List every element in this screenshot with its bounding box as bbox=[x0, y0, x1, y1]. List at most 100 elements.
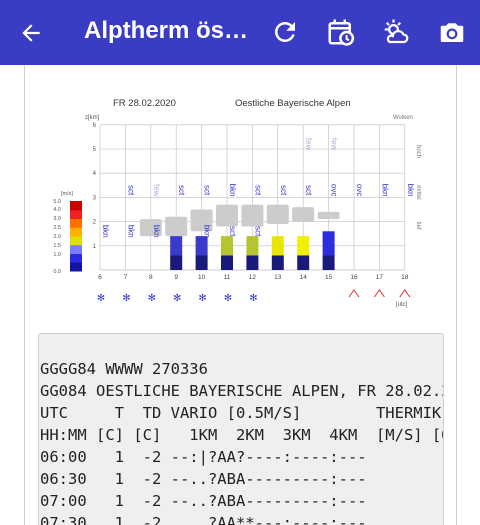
y-tick-label: 5 bbox=[93, 147, 97, 153]
cloud-layer-label: tief bbox=[415, 222, 421, 230]
thermal-bar-base bbox=[322, 255, 335, 270]
back-arrow-icon[interactable] bbox=[18, 20, 44, 46]
thermal-bar bbox=[221, 236, 233, 256]
colorbar-segment bbox=[70, 209, 82, 219]
cloud-layer-label: mittel bbox=[415, 185, 421, 199]
colorbar-tick-label: 2.5 bbox=[53, 225, 61, 231]
x-tick-label: 14 bbox=[300, 274, 308, 281]
x-tick-label: 8 bbox=[149, 274, 153, 281]
colorbar-segment bbox=[70, 262, 82, 272]
cloud-low-label: bkn bbox=[203, 225, 212, 238]
cloud-mid-label: sct bbox=[203, 185, 212, 196]
colorbar-segment bbox=[70, 236, 82, 246]
forecast-line: 07:00 1 -2 --..?ABA---------:--- bbox=[40, 492, 367, 510]
x-axis-label: [utc] bbox=[396, 302, 408, 308]
snow-shower-icon: ✻ bbox=[249, 293, 257, 304]
cloud-low-label: sct bbox=[253, 226, 262, 237]
thermal-bar-base bbox=[271, 255, 284, 270]
forecast-line: 06:00 1 -2 --:|?AA?----:----:--- bbox=[40, 448, 367, 466]
refresh-icon[interactable] bbox=[270, 17, 300, 47]
thermal-bar bbox=[246, 236, 259, 256]
right-top-label: Wolken bbox=[393, 115, 413, 121]
colorbar-tick-label: 1.0 bbox=[53, 252, 61, 258]
colorbar-segment bbox=[70, 244, 82, 254]
x-tick-label: 16 bbox=[350, 274, 358, 281]
cloud-high-label: few bbox=[304, 138, 313, 151]
forecast-line: UTC T TD VARIO [0.5M/S] THERMIK CU bbox=[40, 404, 444, 422]
y-axis-label: z[km] bbox=[85, 115, 100, 121]
chart-header-region: Oestliche Bayerische Alpen bbox=[235, 98, 351, 109]
thermal-bar-base bbox=[170, 255, 183, 270]
thermal-bar bbox=[322, 231, 335, 256]
x-tick-label: 18 bbox=[401, 274, 409, 281]
x-tick-label: 6 bbox=[98, 274, 102, 281]
cloud-mid-label: sct bbox=[279, 185, 288, 196]
cloud-mid-label: bkn bbox=[406, 184, 415, 197]
chart-header-date: FR 28.02.2020 bbox=[113, 98, 176, 109]
cloud-mid-label: bkn bbox=[380, 184, 389, 197]
cloud-mid-label: ovc bbox=[330, 184, 339, 196]
snow-shower-icon: ✻ bbox=[198, 293, 206, 304]
cloud-block bbox=[317, 211, 340, 220]
snow-shower-icon: ✻ bbox=[148, 293, 156, 304]
cloud-block bbox=[165, 216, 188, 237]
forecast-line: GGGG84 WWWW 270336 bbox=[40, 360, 208, 378]
x-tick-label: 9 bbox=[174, 274, 178, 281]
thermal-bar bbox=[271, 236, 284, 256]
cloud-mid-label: few bbox=[152, 184, 161, 197]
x-tick-label: 15 bbox=[325, 274, 333, 281]
app-bar: Alptherm östl… bbox=[0, 0, 480, 65]
colorbar-unit: [m/s] bbox=[61, 191, 73, 197]
colorbar-segment bbox=[70, 218, 82, 228]
cloud-high-label: few bbox=[330, 138, 339, 151]
forecast-line: 06:30 1 -2 --..?ABA---------:--- bbox=[40, 470, 367, 488]
forecast-line: HH:MM [C] [C] 1KM 2KM 3KM 4KM [M/S] [OC bbox=[40, 426, 444, 444]
thermal-bar-base bbox=[246, 255, 259, 270]
forecast-line: 07:30 1 -2 ....?AA**---:----:--- bbox=[40, 514, 367, 525]
page-title: Alptherm östl… bbox=[84, 17, 256, 44]
colorbar-tick-label: 4.0 bbox=[53, 207, 61, 213]
cloud-mid-label: sct bbox=[177, 185, 186, 196]
cloud-block bbox=[292, 207, 315, 222]
colorbar-tick-label: 2.0 bbox=[53, 234, 61, 240]
cloud-mid-label: ovc bbox=[355, 184, 364, 196]
thermal-bar bbox=[195, 236, 208, 256]
wind-warning-icon bbox=[373, 289, 385, 298]
forecast-text-box[interactable]: GGGG84 WWWW 270336 GG084 OESTLICHE BAYERI… bbox=[38, 333, 444, 525]
cloud-mid-label: bkn bbox=[228, 184, 237, 197]
thermal-bar-base bbox=[221, 255, 233, 270]
y-tick-label: 1 bbox=[93, 244, 97, 250]
snow-shower-icon: ✻ bbox=[122, 293, 130, 304]
forecast-line: GG084 OESTLICHE BAYERISCHE ALPEN, FR 28.… bbox=[40, 382, 444, 400]
colorbar-tick-label: 5.0 bbox=[53, 199, 61, 205]
cloud-mid-label: sct bbox=[126, 185, 135, 196]
snow-shower-icon: ✻ bbox=[173, 293, 181, 304]
thermal-bar-base bbox=[195, 255, 208, 270]
x-tick-label: 10 bbox=[198, 274, 206, 281]
y-tick-label: 2 bbox=[93, 220, 97, 226]
cloud-block bbox=[216, 204, 238, 227]
calendar-clock-icon[interactable] bbox=[326, 17, 356, 47]
thermal-bar-base bbox=[297, 255, 310, 270]
cloud-low-label: bkn bbox=[126, 225, 135, 238]
colorbar-segment bbox=[70, 227, 82, 237]
cloud-mid-label: sct bbox=[253, 185, 262, 196]
content-area[interactable]: FR 28.02.2020 Oestliche Bayerische Alpen… bbox=[0, 65, 480, 525]
y-tick-label: 3 bbox=[93, 195, 97, 201]
cloud-layer-label: hoch bbox=[415, 145, 421, 158]
colorbar-segment bbox=[70, 201, 82, 211]
y-tick-label: 6 bbox=[93, 123, 97, 129]
x-tick-label: 11 bbox=[224, 274, 231, 281]
cloud-low-label: bkn bbox=[101, 225, 110, 238]
x-tick-label: 12 bbox=[249, 274, 257, 281]
weather-icon[interactable] bbox=[381, 17, 411, 47]
x-tick-label: 7 bbox=[124, 274, 128, 281]
cloud-low-label: bkn bbox=[152, 225, 161, 238]
camera-icon[interactable] bbox=[437, 17, 467, 47]
colorbar-tick-label: 1.5 bbox=[53, 243, 61, 249]
colorbar-tick-label: 0.0 bbox=[53, 269, 61, 275]
cloud-low-label: sct bbox=[228, 226, 237, 237]
wind-warning-icon bbox=[399, 289, 411, 298]
thermal-bar bbox=[170, 236, 183, 256]
card-edge-right bbox=[456, 65, 457, 525]
